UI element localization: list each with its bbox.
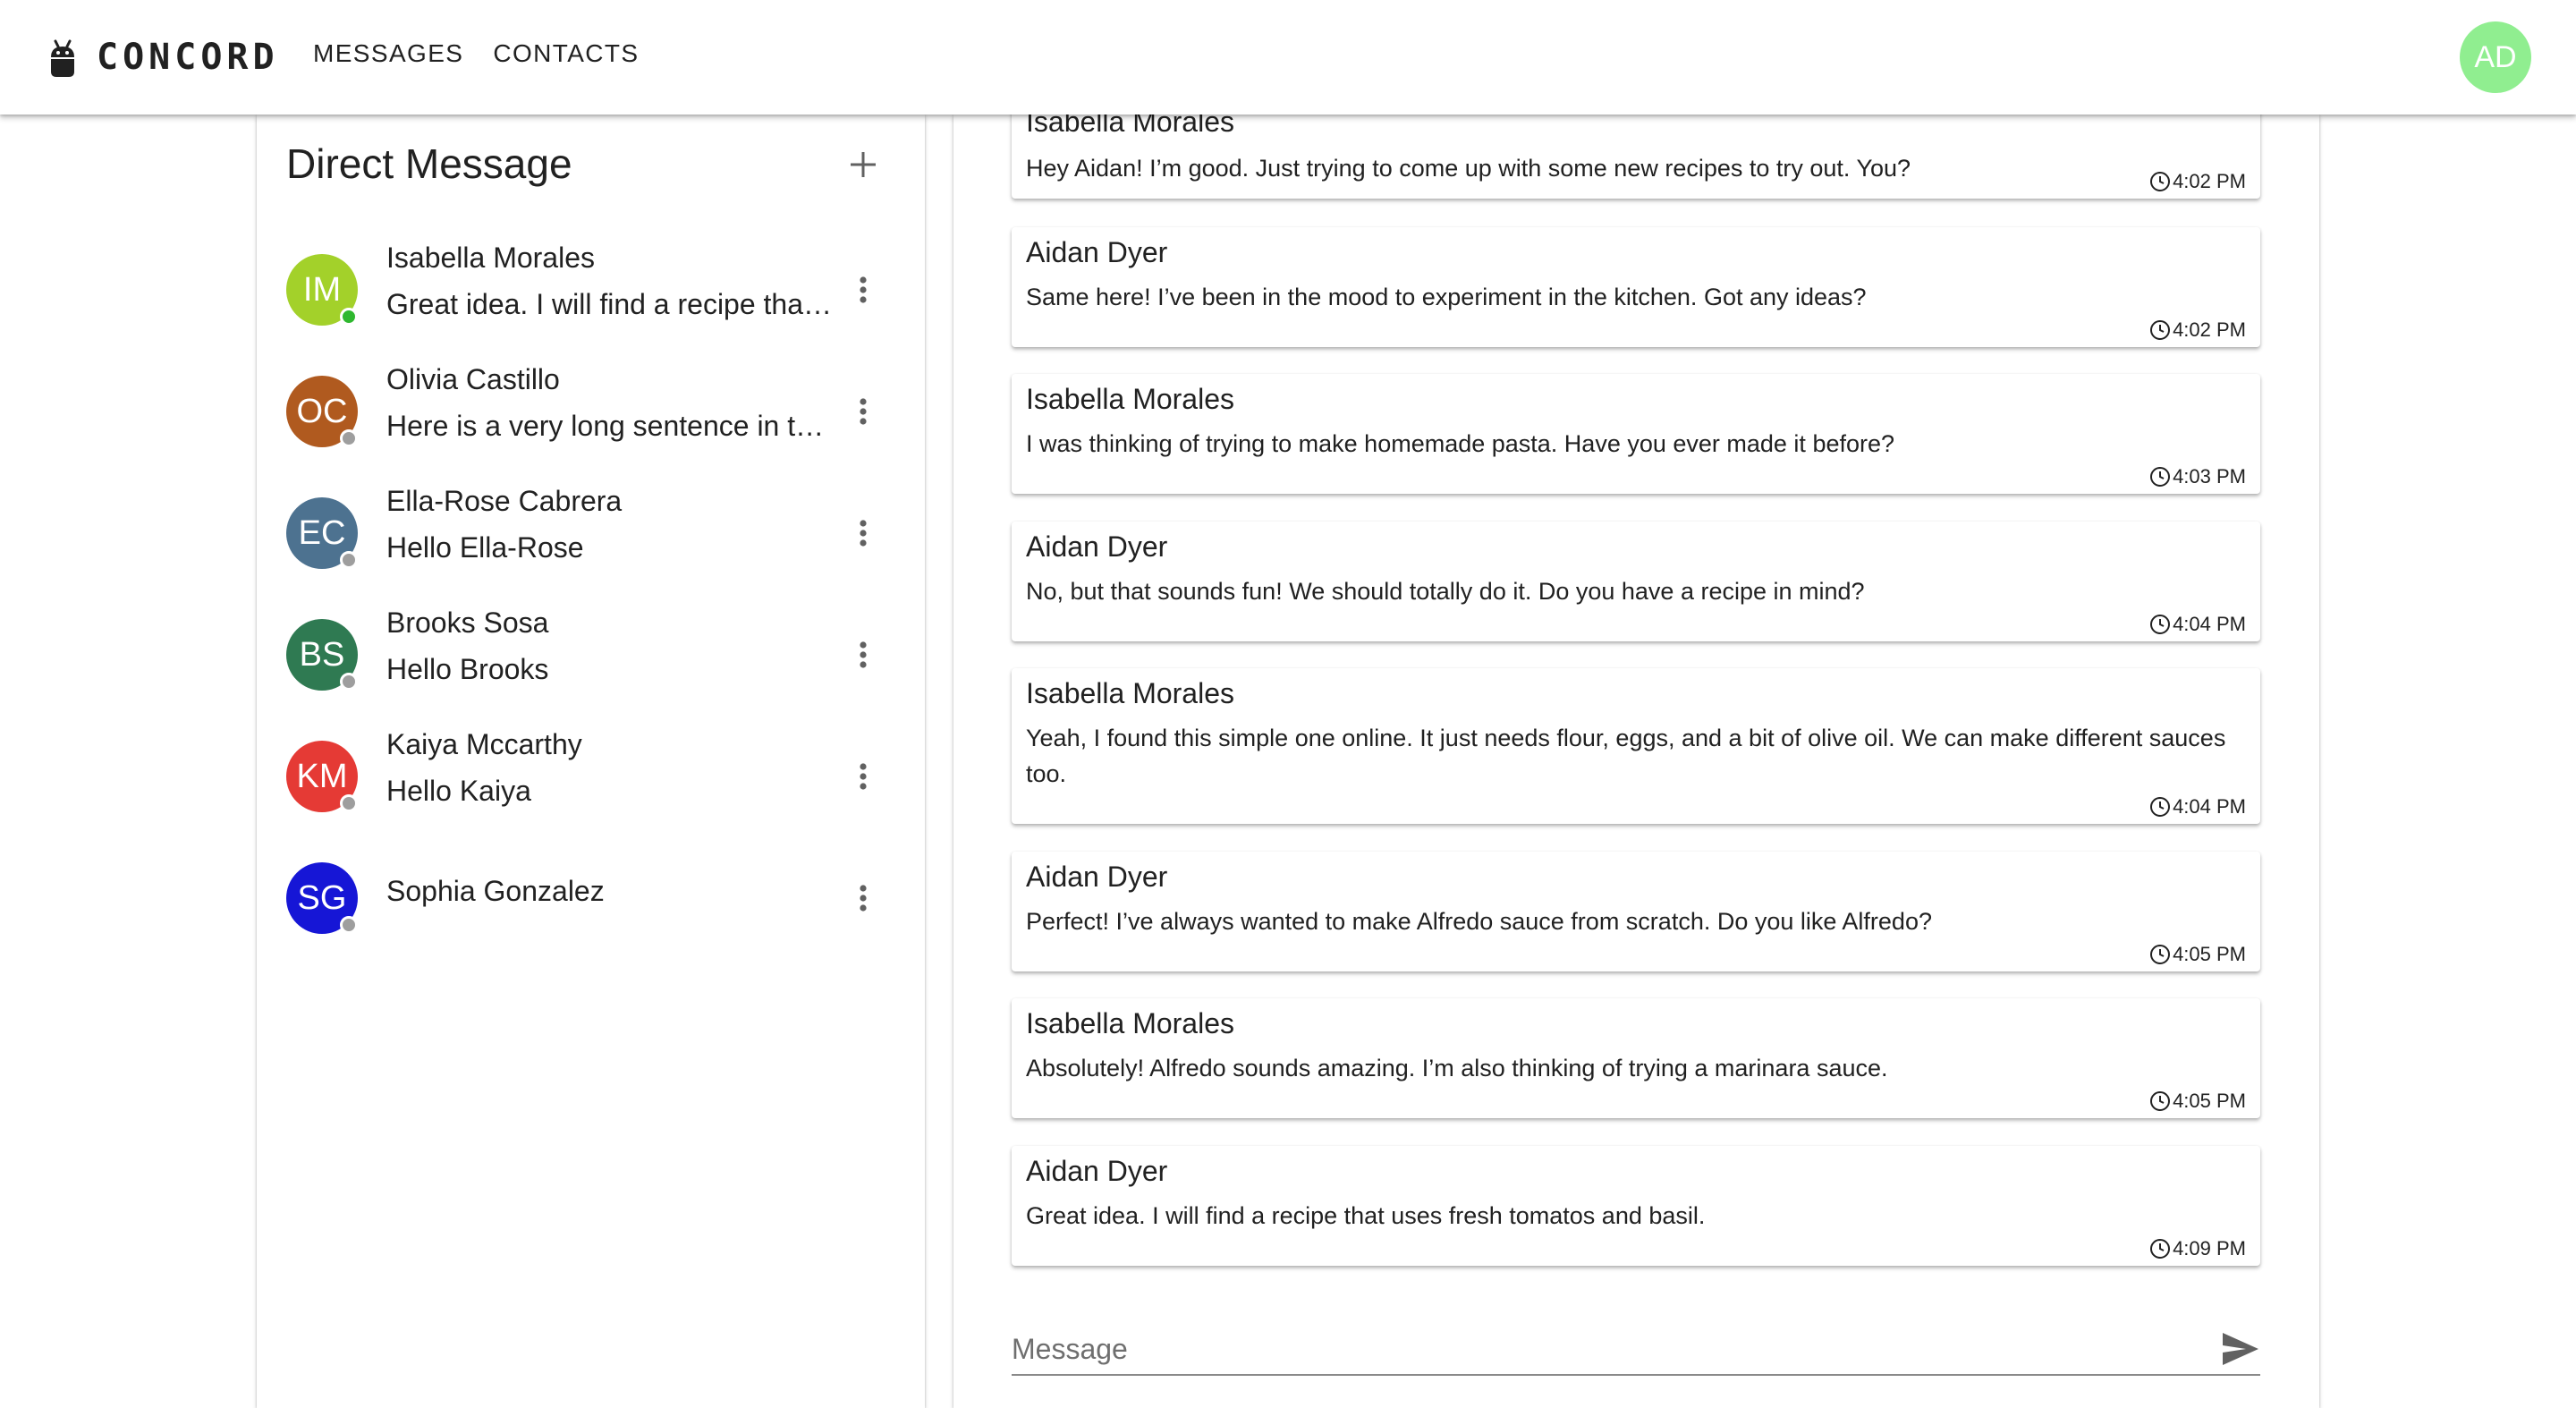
message-text: Perfect! I’ve always wanted to make Alfr…: [1026, 908, 1932, 935]
brand[interactable]: CONCORD: [48, 36, 279, 79]
contact-item[interactable]: IM Isabella Morales Great idea. I will fin…: [257, 229, 925, 351]
clock-icon: [2150, 320, 2171, 340]
brand-name: CONCORD: [97, 37, 279, 78]
contact-item[interactable]: OC Olivia Castillo Here is a very long sen…: [257, 351, 925, 472]
more-vert-icon[interactable]: [845, 880, 881, 916]
more-vert-icon[interactable]: [845, 515, 881, 551]
more-vert-icon[interactable]: [845, 272, 881, 308]
message-time: 4:02 PM: [2173, 318, 2246, 341]
panel-title: Direct Message: [286, 140, 572, 187]
message-sender: Isabella Morales: [1026, 1007, 1234, 1039]
add-icon[interactable]: [843, 145, 883, 184]
message-card: Aidan Dyer Perfect! I’ve always wanted to…: [1012, 852, 2260, 971]
message-timestamp: 4:04 PM: [2149, 795, 2246, 819]
app-bar: CONCORD MESSAGES CONTACTS AD: [0, 0, 2576, 115]
message-text: Same here! I’ve been in the mood to expe…: [1026, 284, 1867, 310]
message-card: Aidan Dyer Great idea. I will find a reci…: [1012, 1146, 2260, 1266]
message-time: 4:02 PM: [2173, 170, 2246, 192]
message-text: No, but that sounds fun! We should total…: [1026, 578, 1865, 605]
message-card: Aidan Dyer No, but that sounds fun! We sh…: [1012, 522, 2260, 641]
last-message-preview: Here is a very long sentence in this mes…: [386, 410, 834, 442]
message-sender: Isabella Morales: [1026, 115, 1234, 138]
contact-name: Ella-Rose Cabrera: [386, 485, 623, 517]
message-time: 4:03 PM: [2173, 465, 2246, 488]
direct-message-panel: Direct Message IM Isabella Morales Great i…: [257, 115, 925, 1408]
clock-icon: [2150, 1239, 2171, 1259]
more-vert-icon[interactable]: [845, 637, 881, 673]
message-timestamp: 4:05 PM: [2149, 1090, 2246, 1113]
user-avatar[interactable]: AD: [2460, 21, 2531, 93]
clock-icon: [2150, 467, 2171, 487]
clock-icon: [2150, 615, 2171, 634]
robot-logo-icon: [51, 39, 74, 77]
message-text: Absolutely! Alfredo sounds amazing. I’m …: [1026, 1055, 1888, 1081]
more-vert-icon[interactable]: [845, 759, 881, 794]
nav-contacts[interactable]: CONTACTS: [493, 39, 639, 68]
message-time: 4:05 PM: [2173, 943, 2246, 965]
contact-item[interactable]: EC Ella-Rose Cabrera Hello Ella-Rose: [257, 472, 925, 594]
message-time: 4:09 PM: [2173, 1237, 2246, 1260]
last-message-preview: Great idea. I will find a recipe that us…: [386, 288, 834, 320]
message-sender: Isabella Morales: [1026, 677, 1234, 709]
clock-icon: [2150, 1091, 2171, 1111]
message-sender: Aidan Dyer: [1026, 236, 1168, 268]
message-card: Isabella Morales Absolutely! Alfredo soun…: [1012, 998, 2260, 1118]
contact-name: Isabella Morales: [386, 242, 595, 274]
message-text: I was thinking of trying to make homemad…: [1026, 430, 1895, 457]
presence-status-dot: [340, 794, 358, 812]
main-nav: MESSAGES CONTACTS: [313, 39, 668, 68]
clock-icon: [2150, 797, 2171, 817]
message-card: Isabella Morales Hey Aidan! I’m good. Jus…: [1012, 115, 2260, 199]
message-timestamp: 4:02 PM: [2149, 170, 2246, 193]
message-card: Aidan Dyer Same here! I’ve been in the mo…: [1012, 227, 2260, 347]
last-message-preview: Hello Ella-Rose: [386, 531, 584, 564]
contact-item[interactable]: KM Kaiya Mccarthy Hello Kaiya: [257, 716, 925, 837]
message-card: Isabella Morales I was thinking of trying…: [1012, 374, 2260, 494]
message-text: Great idea. I will find a recipe that us…: [1026, 1202, 1706, 1229]
message-sender: Aidan Dyer: [1026, 530, 1168, 563]
conversation-panel: Isabella Morales Hey Aidan! I’m good. Jus…: [953, 115, 2319, 1408]
message-sender: Aidan Dyer: [1026, 861, 1168, 893]
clock-icon: [2150, 172, 2171, 191]
contact-name: Brooks Sosa: [386, 606, 549, 639]
presence-status-dot: [340, 551, 358, 569]
message-timestamp: 4:09 PM: [2149, 1237, 2246, 1260]
contact-name: Olivia Castillo: [386, 363, 560, 395]
presence-status-dot: [340, 916, 358, 934]
more-vert-icon[interactable]: [845, 394, 881, 429]
last-message-preview: Hello Brooks: [386, 653, 549, 685]
message-timestamp: 4:03 PM: [2149, 465, 2246, 488]
contact-item[interactable]: SG Sophia Gonzalez: [257, 837, 925, 959]
message-text: Hey Aidan! I’m good. Just trying to come…: [1026, 155, 1911, 182]
message-time: 4:05 PM: [2173, 1090, 2246, 1112]
contact-name: Kaiya Mccarthy: [386, 728, 582, 760]
contact-item[interactable]: BS Brooks Sosa Hello Brooks: [257, 594, 925, 716]
message-sender: Aidan Dyer: [1026, 1155, 1168, 1187]
nav-messages[interactable]: MESSAGES: [313, 39, 463, 68]
message-sender: Isabella Morales: [1026, 383, 1234, 415]
message-text: Yeah, I found this simple one online. It…: [1026, 725, 2226, 787]
clock-icon: [2150, 945, 2171, 964]
presence-status-dot: [340, 308, 358, 326]
message-timestamp: 4:04 PM: [2149, 613, 2246, 636]
presence-status-dot: [340, 673, 358, 691]
message-timestamp: 4:05 PM: [2149, 943, 2246, 966]
presence-status-dot: [340, 429, 358, 447]
last-message-preview: Hello Kaiya: [386, 775, 531, 807]
message-card: Isabella Morales Yeah, I found this simpl…: [1012, 668, 2260, 824]
send-icon[interactable]: [2219, 1329, 2262, 1369]
message-time: 4:04 PM: [2173, 795, 2246, 818]
message-input[interactable]: [1012, 1329, 2174, 1369]
message-time: 4:04 PM: [2173, 613, 2246, 635]
message-timestamp: 4:02 PM: [2149, 318, 2246, 342]
contact-name: Sophia Gonzalez: [386, 875, 605, 907]
message-composer: [1012, 1322, 2260, 1376]
